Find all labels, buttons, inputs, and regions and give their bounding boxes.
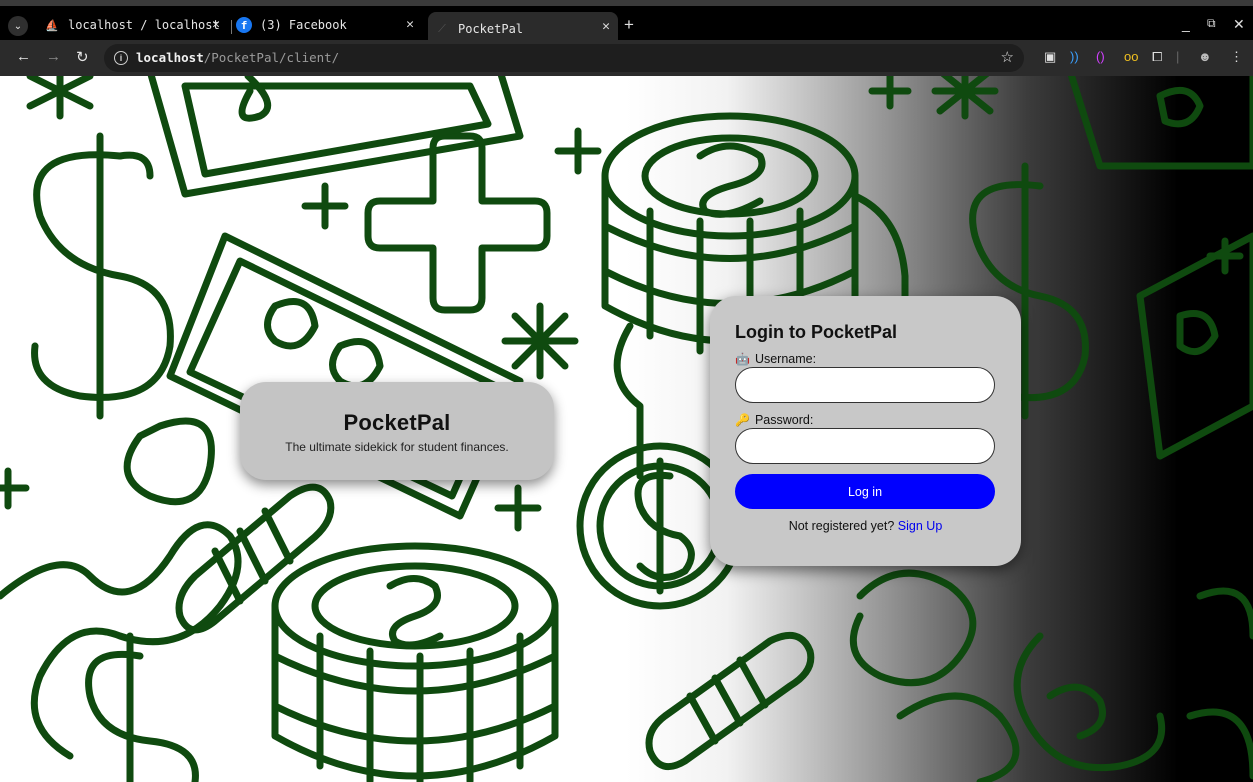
tab-capture-icon[interactable]: ▣ (1044, 49, 1056, 65)
password-input[interactable] (735, 428, 995, 464)
tab-title: PocketPal (458, 22, 524, 36)
profile-avatar-icon[interactable]: ☻ (1198, 49, 1212, 64)
facebook-icon: f (236, 17, 252, 33)
bookmark-star-icon[interactable]: ☆ (1001, 48, 1014, 66)
toolbar-divider: | (1176, 49, 1180, 64)
brand-card: PocketPal The ultimate sidekick for stud… (240, 382, 554, 480)
login-button[interactable]: Log in (735, 474, 995, 509)
close-icon[interactable]: ✕ (602, 19, 610, 34)
braces-extension-icon[interactable]: () (1096, 49, 1105, 64)
login-card: Login to PocketPal 🤖 Username: 🔑 Passwor… (710, 296, 1021, 566)
tab-title: (3) Facebook (260, 18, 347, 32)
tab-facebook[interactable]: f (3) Facebook ✕ (236, 10, 422, 40)
address-bar[interactable]: i localhost/PocketPal/client/ ☆ (104, 44, 1024, 72)
phpmyadmin-icon: ⛵ (45, 18, 59, 32)
password-label-text: Password: (754, 413, 814, 427)
forward-arrow-icon[interactable]: → (46, 48, 61, 65)
username-label-text: Username: (754, 352, 817, 366)
password-label: 🔑 Password: (735, 413, 996, 427)
back-arrow-icon[interactable]: ← (16, 48, 31, 65)
robot-icon: 🤖 (735, 352, 750, 366)
username-input[interactable] (735, 367, 995, 403)
brand-title: PocketPal (343, 410, 451, 435)
reload-icon[interactable]: ↻ (76, 48, 89, 66)
brand-tagline: The ultimate sidekick for student financ… (285, 440, 509, 454)
signup-prompt: Not registered yet? Sign Up (735, 519, 996, 533)
page-viewport: PocketPal The ultimate sidekick for stud… (0, 76, 1253, 782)
menu-kebab-icon[interactable]: ⋮ (1230, 49, 1243, 65)
tab-divider (231, 20, 232, 34)
close-icon[interactable]: ✕ (212, 17, 220, 32)
signup-prompt-text: Not registered yet? (788, 519, 895, 533)
window-close-icon[interactable]: ✕ (1233, 16, 1245, 33)
url-host: localhost (136, 50, 204, 65)
key-icon: 🔑 (735, 413, 750, 427)
tab-search-chevron-icon[interactable]: ⌄ (8, 16, 28, 36)
minimize-icon[interactable]: _ (1182, 16, 1190, 32)
site-info-icon[interactable]: i (114, 51, 128, 65)
username-label: 🤖 Username: (735, 352, 996, 366)
login-title: Login to PocketPal (735, 322, 898, 342)
restore-icon[interactable]: ⧉ (1207, 16, 1216, 31)
loading-icon: ⟋ (438, 22, 446, 35)
tab-localhost[interactable]: ⛵ localhost / localhost ✕ (44, 10, 228, 40)
glasses-extension-icon[interactable]: oo (1124, 49, 1138, 64)
browser-toolbar: ← → ↻ i localhost/PocketPal/client/ ☆ ▣ … (0, 40, 1253, 76)
tab-title: localhost / localhost (68, 18, 220, 32)
close-icon[interactable]: ✕ (406, 17, 414, 32)
browser-tab-bar: ⌄ ⛵ localhost / localhost ✕ f (3) Facebo… (0, 0, 1253, 46)
url-path: /PocketPal/client/ (203, 50, 340, 65)
signup-link[interactable]: Sign Up (898, 519, 942, 533)
audio-extension-icon[interactable]: )) (1070, 49, 1079, 64)
extensions-puzzle-icon[interactable]: ⧠ (1152, 49, 1162, 65)
new-tab-plus-icon[interactable]: + (624, 15, 634, 35)
url-text: localhost/PocketPal/client/ (136, 50, 339, 65)
money-doodle-background (0, 76, 1253, 782)
